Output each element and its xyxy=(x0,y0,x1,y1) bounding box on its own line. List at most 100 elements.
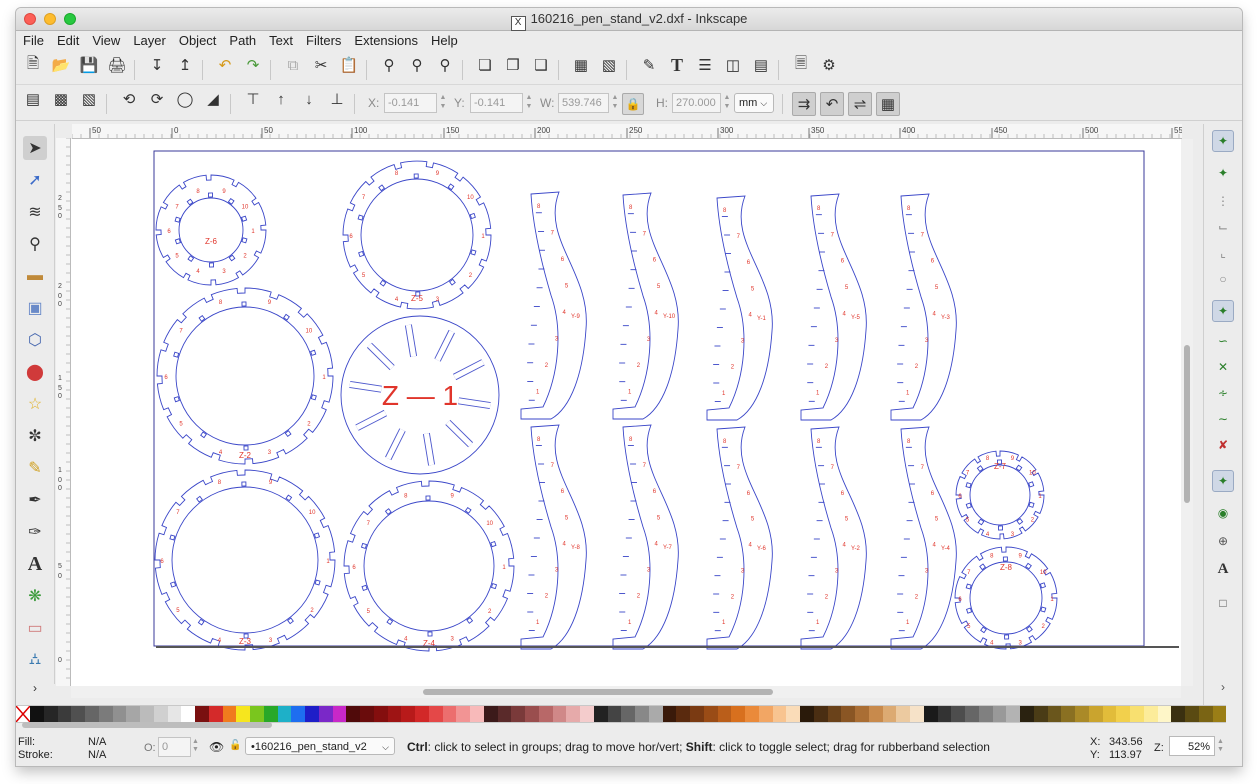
palette-scrollbar[interactable] xyxy=(22,722,272,728)
eye-icon[interactable]: 👁 xyxy=(209,740,224,754)
palette-swatch[interactable] xyxy=(373,706,388,722)
lock-icon[interactable]: 🔓 xyxy=(229,740,241,751)
palette-swatch[interactable] xyxy=(566,706,580,722)
spiral-tool-icon[interactable]: ✼ xyxy=(23,424,47,448)
palette-swatch[interactable] xyxy=(1088,706,1103,722)
fill-stroke-icon[interactable]: ✎ xyxy=(638,54,660,76)
palette-swatch[interactable] xyxy=(1033,706,1048,722)
palette-swatch[interactable] xyxy=(1130,706,1144,722)
node-tool-icon[interactable]: ➚ xyxy=(23,168,47,192)
palette-swatch[interactable] xyxy=(1006,706,1020,722)
palette-swatch[interactable] xyxy=(250,706,264,722)
menu-object[interactable]: Object xyxy=(172,31,223,48)
lock-ratio-icon[interactable]: 🔒 xyxy=(622,93,644,115)
h-input[interactable]: 270.000 xyxy=(672,93,721,113)
menu-filters[interactable]: Filters xyxy=(299,31,347,48)
palette-swatch[interactable] xyxy=(98,706,113,722)
palette-swatch[interactable] xyxy=(208,706,223,722)
palette-swatch[interactable] xyxy=(195,706,209,722)
menu-view[interactable]: View xyxy=(85,31,126,48)
scale-stroke-icon[interactable]: ⇉ xyxy=(792,92,816,116)
paste-icon[interactable]: 📋 xyxy=(338,54,360,76)
palette-swatch[interactable] xyxy=(965,706,979,722)
palette-swatch[interactable] xyxy=(1116,706,1130,722)
palette-swatch[interactable] xyxy=(511,706,525,722)
align-distribute-icon[interactable]: ▤ xyxy=(750,54,772,76)
palette-swatch[interactable] xyxy=(923,706,938,722)
zoom-selection-icon[interactable]: ⚲ xyxy=(378,54,400,76)
palette-swatch[interactable] xyxy=(580,706,594,722)
palette-swatch[interactable] xyxy=(126,706,140,722)
palette-swatch[interactable] xyxy=(167,706,182,722)
palette-swatch[interactable] xyxy=(30,706,44,722)
menu-text[interactable]: Text xyxy=(262,31,299,48)
text-font-icon[interactable]: T xyxy=(666,54,688,76)
palette-swatch[interactable] xyxy=(222,706,237,722)
pencil-tool-icon[interactable]: ✎ xyxy=(23,456,47,480)
ellipse-tool-icon[interactable]: ⬤ xyxy=(23,360,47,384)
palette-swatch[interactable] xyxy=(140,706,154,722)
zoom-tool-icon[interactable]: ⚲ xyxy=(23,232,47,256)
palette-swatch[interactable] xyxy=(676,706,690,722)
palette-swatch[interactable] xyxy=(978,706,993,722)
select-all-layers-icon[interactable]: ▩ xyxy=(50,88,72,110)
palette-swatch[interactable] xyxy=(621,706,635,722)
vertical-scroll-thumb[interactable] xyxy=(1184,345,1190,503)
palette-swatch[interactable] xyxy=(318,706,333,722)
rotate-ccw-icon[interactable]: ⟲ xyxy=(118,88,140,110)
palette-swatch[interactable] xyxy=(57,706,72,722)
snap-others-icon[interactable]: ✦ xyxy=(1212,470,1234,492)
deselect-icon[interactable]: ▧ xyxy=(78,88,100,110)
snap-page-border-icon[interactable]: □ xyxy=(1212,592,1234,614)
opacity-spinner[interactable]: ▲ ▼ xyxy=(192,738,199,754)
palette-swatch[interactable] xyxy=(635,706,649,722)
h-spinner[interactable]: ▲ ▼ xyxy=(722,93,732,111)
menu-help[interactable]: Help xyxy=(424,31,464,48)
palette-swatch[interactable] xyxy=(236,706,250,722)
palette-swatch[interactable] xyxy=(1212,706,1227,722)
palette-swatch[interactable] xyxy=(868,706,883,722)
palette-swatch[interactable] xyxy=(470,706,484,722)
palette-swatch[interactable] xyxy=(910,706,924,722)
move-patterns-icon[interactable]: ▦ xyxy=(876,92,900,116)
palette-swatch[interactable] xyxy=(305,706,319,722)
clone-icon[interactable]: ❐ xyxy=(502,54,524,76)
unlink-clone-icon[interactable]: ❑ xyxy=(530,54,552,76)
select-all-icon[interactable]: ▤ xyxy=(22,88,44,110)
palette-swatch[interactable] xyxy=(1185,706,1199,722)
palette-swatch[interactable] xyxy=(387,706,402,722)
palette-swatch[interactable] xyxy=(896,706,910,722)
menu-layer[interactable]: Layer xyxy=(126,31,172,48)
save-icon[interactable]: 💾 xyxy=(78,54,100,76)
open-icon[interactable]: 📂 xyxy=(50,54,72,76)
snap-bbox-icon[interactable]: ✦ xyxy=(1212,162,1234,184)
palette-swatch[interactable] xyxy=(786,706,800,722)
zoom-page-icon[interactable]: ⚲ xyxy=(434,54,456,76)
flip-horizontal-icon[interactable]: ◯ xyxy=(174,88,196,110)
horizontal-scrollbar[interactable] xyxy=(71,686,1181,698)
chevron-right-icon[interactable]: › xyxy=(23,676,47,700)
palette-swatch[interactable] xyxy=(731,706,745,722)
palette-swatch[interactable] xyxy=(1020,706,1034,722)
w-input[interactable]: 539.746 xyxy=(558,93,609,113)
layers-icon[interactable]: ☰ xyxy=(694,54,716,76)
menu-path[interactable]: Path xyxy=(222,31,262,48)
drawing-canvas[interactable]: Z-6 1 2 3 4 5 6 7 8 9 10 Z-5 1 2 3 4 5 6 7 8 9 10 Z-2 1 2 3 4 5 6 7 8 9… xyxy=(71,139,1181,686)
y-input[interactable]: -0.141 xyxy=(470,93,523,113)
print-icon[interactable]: 🖨 xyxy=(106,54,128,76)
palette-swatch[interactable] xyxy=(1061,706,1075,722)
eraser-tool-icon[interactable]: ▭ xyxy=(23,616,47,640)
pen-tool-icon[interactable]: ✒ xyxy=(23,488,47,512)
palette-swatch[interactable] xyxy=(827,706,842,722)
cut-icon[interactable]: ✂ xyxy=(310,54,332,76)
palette-swatch[interactable] xyxy=(1143,706,1158,722)
undo-icon[interactable]: ↶ xyxy=(214,54,236,76)
3d-box-tool-icon[interactable]: ⬡ xyxy=(23,328,47,352)
palette-swatch[interactable] xyxy=(442,706,457,722)
x-input[interactable]: -0.141 xyxy=(384,93,437,113)
snap-intersection-icon[interactable]: ✕ xyxy=(1212,356,1234,378)
snap-nodes-icon[interactable]: ✦ xyxy=(1212,300,1234,322)
lower-to-bottom-icon[interactable]: ⊥ xyxy=(326,88,348,110)
snap-smooth-icon[interactable]: ∼ xyxy=(1212,408,1234,430)
palette-swatch[interactable] xyxy=(71,706,85,722)
